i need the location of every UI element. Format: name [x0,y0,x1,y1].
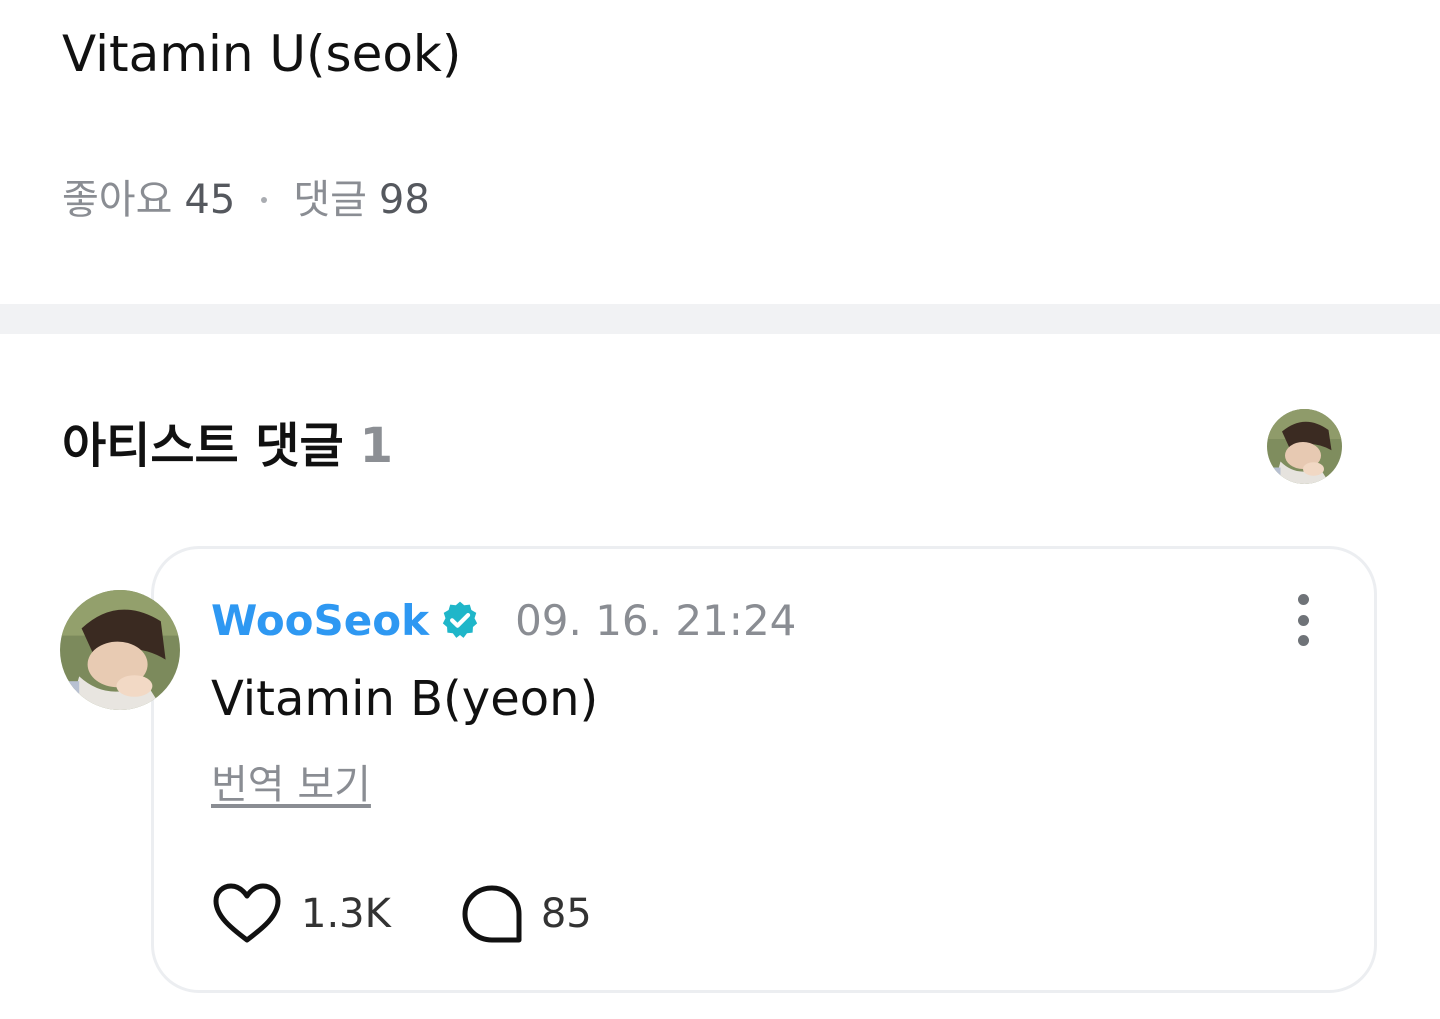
likes-count[interactable]: 45 [184,174,235,226]
post-section: Vitamin U(seok) 좋아요 45 댓글 98 [0,0,1440,304]
comment-actions: 1.3K 85 [211,880,592,948]
comment-timestamp: 09. 16. 21:24 [515,595,797,645]
likes-label[interactable]: 좋아요 [62,174,172,226]
like-button[interactable]: 1.3K [211,882,391,946]
more-dot [1297,614,1309,626]
post-title: Vitamin U(seok) [62,25,462,83]
artist-comments-header: 아티스트 댓글 1 [62,414,393,478]
more-dot [1297,635,1309,646]
reply-button[interactable]: 85 [461,883,592,945]
stats-separator-dot [261,197,268,203]
comment-author-row: WooSeok 09. 16. 21:24 [211,592,796,648]
avatar-photo-small-icon [1267,409,1342,484]
more-vertical-icon[interactable] [1286,594,1320,646]
comments-count[interactable]: 98 [379,174,430,226]
artist-avatar-small[interactable] [1267,409,1342,484]
verified-badge-icon [442,601,478,638]
post-stats: 좋아요 45 댓글 98 [62,174,430,226]
comment-text: Vitamin B(yeon) [211,671,599,727]
comment-bubble-icon [462,885,522,943]
comment-author-name[interactable]: WooSeok [211,596,429,645]
translate-link[interactable]: 번역 보기 [211,758,371,812]
like-count: 1.3K [301,891,391,937]
comment-author-avatar[interactable] [60,590,180,710]
comments-label[interactable]: 댓글 [293,174,367,226]
heart-icon [213,883,281,943]
more-dot [1297,594,1309,605]
reply-count: 85 [540,891,592,937]
avatar-photo-large-icon [60,590,180,710]
artist-comments-count: 1 [359,418,394,474]
artist-comments-title: 아티스트 댓글 [62,418,344,474]
section-divider [0,304,1440,334]
